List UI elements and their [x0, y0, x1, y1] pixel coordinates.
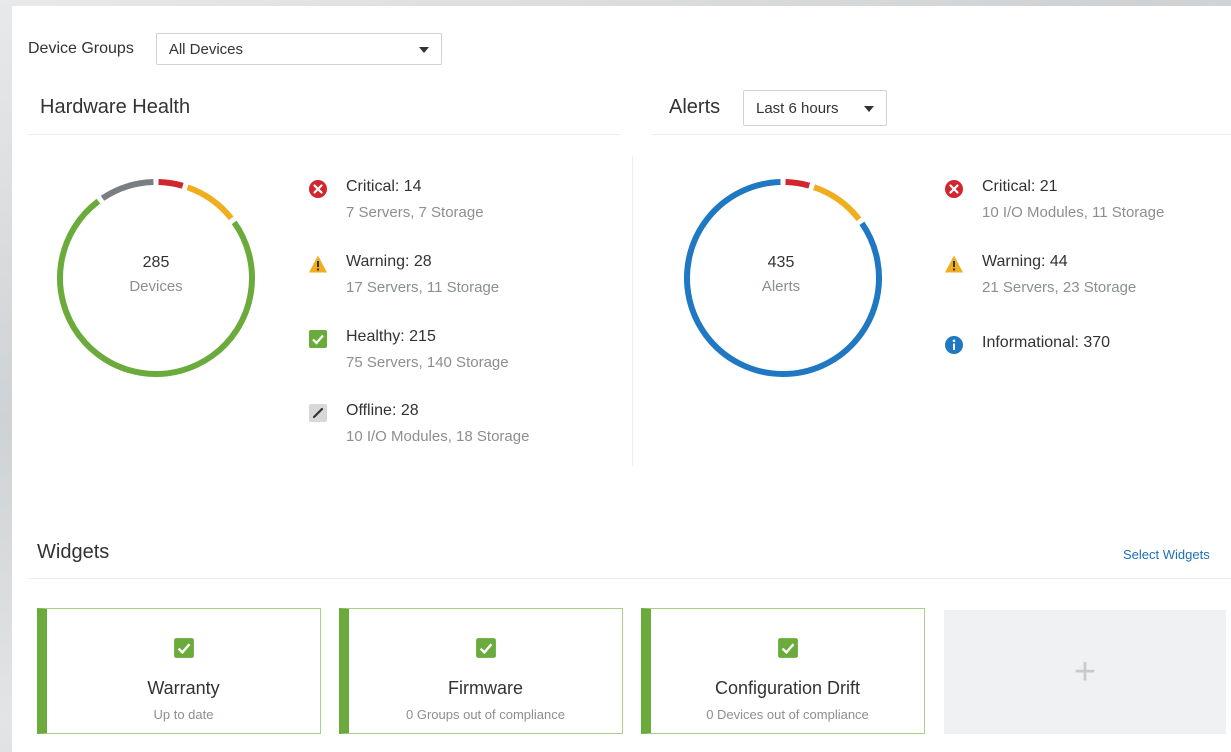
hh-warning-sub: 17 Servers, 11 Storage: [346, 279, 500, 296]
device-groups-label: Device Groups: [28, 40, 134, 57]
caret-down-icon: [864, 106, 874, 112]
healthy-icon: [309, 330, 327, 348]
add-widget-button[interactable]: +: [944, 610, 1226, 734]
offline-icon: [309, 404, 327, 422]
hardware-health-center: 285 Devices: [56, 254, 256, 295]
caret-down-icon: [418, 47, 429, 53]
hh-legend-offline: Offline: 28 10 I/O Modules, 18 Storage: [308, 402, 529, 445]
warning-icon: [309, 255, 327, 273]
widget-card-configuration-drift[interactable]: Configuration Drift 0 Devices out of com…: [641, 608, 925, 734]
hh-healthy-sub: 75 Servers, 140 Storage: [346, 354, 509, 371]
donut-segment-warning: [186, 184, 234, 221]
hh-legend-critical: Critical: 14 7 Servers, 7 Storage: [308, 178, 484, 221]
alerts-warning-sub: 21 Servers, 23 Storage: [982, 279, 1137, 296]
alerts-title: Alerts: [669, 96, 721, 118]
hh-critical-sub: 7 Servers, 7 Storage: [346, 204, 484, 221]
alerts-info-title: Informational: 370: [982, 334, 1111, 351]
widget-card-warranty[interactable]: Warranty Up to date: [37, 608, 321, 734]
hh-critical-title: Critical: 14: [346, 178, 422, 195]
alerts-legend-info: Informational: 370: [944, 334, 1110, 355]
hh-offline-sub: 10 I/O Modules, 18 Storage: [346, 428, 530, 445]
donut-segment-critical: [158, 179, 184, 189]
divider: [28, 134, 620, 135]
info-icon: [945, 336, 963, 354]
hardware-health-total: 285: [142, 254, 170, 271]
hh-warning-title: Warning: 28: [346, 253, 432, 270]
hardware-health-total-label: Devices: [129, 278, 183, 295]
alerts-total-label: Alerts: [761, 278, 801, 295]
device-groups-selected: All Devices: [168, 40, 244, 58]
hardware-health-title: Hardware Health: [40, 96, 191, 118]
check-icon: [777, 638, 798, 658]
alerts-range-selected: Last 6 hours: [756, 99, 839, 117]
donut-segment-offline: [100, 179, 154, 201]
widget-card-subtitle: 0 Groups out of compliance: [406, 707, 565, 722]
widget-card-subtitle: 0 Devices out of compliance: [706, 707, 869, 722]
widget-card-title: Firmware: [448, 678, 523, 698]
widget-card-title: Configuration Drift: [714, 678, 861, 698]
dashboard-panel: Device Groups All Devices Hardware Healt…: [12, 6, 1231, 752]
divider: [652, 134, 1231, 135]
widget-card-firmware[interactable]: Firmware 0 Groups out of compliance: [339, 608, 623, 734]
critical-icon: [945, 180, 963, 198]
widget-card-subtitle: Up to date: [153, 707, 214, 722]
alerts-range-select[interactable]: Last 6 hours: [743, 90, 887, 126]
hh-offline-title: Offline: 28: [346, 402, 419, 419]
check-icon: [475, 638, 496, 658]
device-groups-bar: Device Groups All Devices: [28, 32, 442, 66]
check-icon: [173, 638, 194, 658]
critical-icon: [309, 180, 327, 198]
plus-icon: +: [1073, 650, 1097, 693]
alerts-legend-critical: Critical: 21 10 I/O Modules, 11 Storage: [944, 178, 1164, 221]
alerts-critical-sub: 10 I/O Modules, 11 Storage: [982, 204, 1165, 221]
warning-icon: [945, 255, 963, 273]
donut-segment-warning: [813, 184, 862, 222]
select-widgets-link[interactable]: Select Widgets: [1123, 547, 1210, 562]
donut-segment-critical: [785, 179, 811, 189]
widget-card-title: Warranty: [147, 678, 220, 698]
alerts-warning-title: Warning: 44: [982, 253, 1068, 270]
device-groups-select[interactable]: All Devices: [155, 33, 442, 65]
divider: [28, 578, 1231, 579]
hh-legend-healthy: Healthy: 215 75 Servers, 140 Storage: [308, 328, 509, 371]
alerts-legend-warning: Warning: 44 21 Servers, 23 Storage: [944, 253, 1136, 296]
hh-legend-warning: Warning: 28 17 Servers, 11 Storage: [308, 253, 499, 296]
alerts-center: 435 Alerts: [681, 254, 881, 295]
hh-healthy-title: Healthy: 215: [346, 328, 436, 345]
alerts-total: 435: [767, 254, 795, 271]
alerts-critical-title: Critical: 21: [982, 178, 1058, 195]
vertical-divider: [632, 156, 633, 466]
widgets-title: Widgets: [37, 541, 110, 563]
